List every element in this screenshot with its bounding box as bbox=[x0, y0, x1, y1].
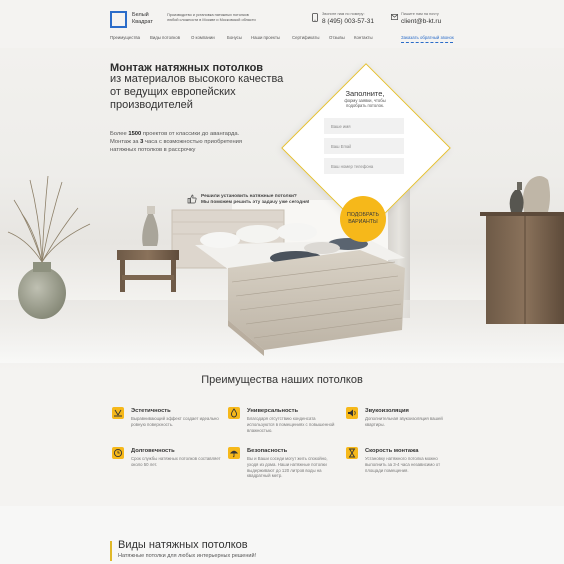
benefit-title: Звукоизоляция bbox=[365, 408, 409, 414]
benefit-title: Долговечность bbox=[131, 448, 175, 454]
nav-item-projects[interactable]: Наши проекты bbox=[251, 35, 280, 40]
benefit-text: Выравнивающий эффект создает идеально ро… bbox=[131, 416, 219, 427]
hourglass-icon bbox=[346, 447, 358, 459]
nav-item-about[interactable]: О компании bbox=[191, 35, 215, 40]
header: Белый Квадрат Производство и установка н… bbox=[0, 0, 564, 48]
cta-text: Решили установить натяжные потолки? Мы п… bbox=[201, 194, 310, 207]
nav-item-reviews[interactable]: Отзывы bbox=[329, 35, 345, 40]
types-section-bg bbox=[0, 506, 564, 564]
email-address[interactable]: client@b-kt.ru bbox=[401, 18, 441, 25]
types-section-subtitle: Натяжные потолки для любых интерьерных р… bbox=[118, 553, 257, 559]
pick-options-button[interactable]: ПОДОБРАТЬ ВАРИАНТЫ bbox=[340, 196, 386, 242]
hero-subtitle-line-2: от ведущих европейских bbox=[110, 86, 236, 98]
projects-count: 1500 bbox=[128, 131, 142, 137]
form-title: Заполните, bbox=[345, 89, 385, 98]
nav-item-advantages[interactable]: Преимущества bbox=[110, 35, 140, 40]
pick-button-line-2: ВАРИАНТЫ bbox=[348, 219, 378, 225]
callback-underline bbox=[401, 42, 453, 43]
form-note: форму заявки, чтобы подобрать потолок. bbox=[330, 98, 400, 109]
types-section-title: Виды натяжных потолков bbox=[118, 539, 248, 551]
nav-item-bonuses[interactable]: Бонусы bbox=[227, 35, 242, 40]
desc-text: Более bbox=[110, 131, 129, 137]
benefit-text: Установку натяжного потолка можно выполн… bbox=[365, 456, 441, 473]
email-input[interactable] bbox=[324, 138, 404, 154]
callback-link[interactable]: Заказать обратный звонок bbox=[401, 35, 454, 40]
hero-subtitle-line-3: производителей bbox=[110, 99, 193, 111]
phone-caption: Звоните нам по номеру: bbox=[322, 12, 365, 16]
benefit-text: Дополнительная звукоизоляция вашей кварт… bbox=[365, 416, 443, 427]
benefit-text: Вы и Ваши соседи могут жить спокойно, ух… bbox=[247, 456, 328, 479]
form-note-line-2: подобрать потолок. bbox=[346, 103, 384, 109]
nav-item-certificates[interactable]: Сертификаты bbox=[292, 35, 319, 40]
benefit-text: Благодаря отсутствию конденсата использу… bbox=[247, 416, 335, 433]
email-caption: Пишите нам на почту bbox=[401, 12, 439, 16]
name-input[interactable] bbox=[324, 118, 404, 134]
hero-subtitle-line-1: из материалов высокого качества bbox=[110, 73, 284, 85]
desc-text: Монтаж за bbox=[110, 139, 141, 145]
benefit-title: Безопасность bbox=[247, 448, 288, 454]
clock-icon bbox=[112, 447, 124, 459]
landing-page: Белый Квадрат Производство и установка н… bbox=[0, 0, 564, 564]
section-accent-bar bbox=[110, 541, 112, 561]
benefit-title: Универсальность bbox=[247, 408, 299, 414]
brand-name[interactable]: Белый Квадрат bbox=[132, 12, 168, 26]
desc-text: проектов от классики до авангарда. bbox=[141, 131, 240, 137]
benefits-section-title: Преимущества наших потолков bbox=[201, 374, 363, 386]
mail-icon bbox=[391, 14, 398, 20]
hero-desc-line-1: Более 1500 проектов от классики до аванг… bbox=[110, 130, 242, 138]
aesthetics-icon bbox=[112, 407, 124, 419]
nav-item-types[interactable]: Виды потолков bbox=[150, 35, 180, 40]
logo-square-icon[interactable] bbox=[110, 11, 127, 28]
hero-description: Более 1500 проектов от классики до аванг… bbox=[110, 130, 242, 154]
speaker-icon bbox=[346, 407, 358, 419]
benefit-title: Эстетичность bbox=[131, 408, 171, 414]
thumbs-up-icon bbox=[187, 194, 197, 204]
phone-input[interactable] bbox=[324, 158, 404, 174]
benefit-title: Скорость монтажа bbox=[365, 448, 419, 454]
umbrella-icon bbox=[228, 447, 240, 459]
phone-icon bbox=[312, 13, 318, 22]
nav-item-contacts[interactable]: Контакты bbox=[354, 35, 373, 40]
pick-button-line-1: ПОДОБРАТЬ bbox=[346, 212, 379, 219]
hero-desc-line-3: натяжных потолков в рассрочку bbox=[110, 147, 196, 153]
benefit-text: Срок службы натяжных потолков составляет… bbox=[131, 456, 221, 467]
hero-subtitle: из материалов высокого качества от ведущ… bbox=[110, 73, 310, 112]
hero-desc-line-2: Монтаж за 3 часа с возможностью приобрет… bbox=[110, 138, 242, 146]
desc-text: часа с возможностью приобретения bbox=[143, 139, 243, 145]
cta-line-2: Мы поможем решить эту задачу уже сегодня… bbox=[201, 200, 310, 206]
tagline: Производство и установка натяжных потолк… bbox=[167, 13, 256, 23]
water-drop-icon bbox=[228, 407, 240, 419]
phone-number[interactable]: 8 (495) 003-57-31 bbox=[322, 18, 374, 25]
brand-line-2: Квадрат bbox=[132, 19, 153, 25]
brand-line-1: Белый bbox=[132, 12, 149, 18]
